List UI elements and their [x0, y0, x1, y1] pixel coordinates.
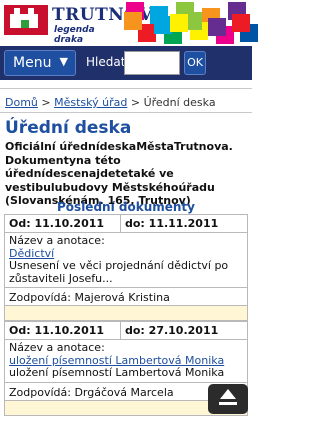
document-from-date: Od: 11.10.2011 — [9, 217, 105, 230]
scroll-to-top-button[interactable] — [208, 384, 248, 414]
document-dates: Od: 11.10.2011 do: 27.10.2011 — [5, 322, 247, 340]
document-to-date: do: 11.11.2011 — [125, 217, 219, 230]
document-to-date: do: 27.10.2011 — [125, 324, 219, 337]
breadcrumb-office-link[interactable]: Městský úřad — [54, 96, 127, 109]
menu-button-label: Menu — [13, 55, 52, 71]
search-ok-button[interactable]: OK — [184, 51, 206, 75]
document-responsible: Zodpovídá: Majerová Kristina — [5, 288, 247, 306]
color-tile — [170, 14, 188, 32]
document-annotation-text: Usnesení ve věci projednání dědictví po … — [9, 259, 229, 285]
breadcrumb-home-link[interactable]: Domů — [5, 96, 38, 109]
menu-button[interactable]: Menu ▼ — [4, 50, 76, 76]
color-tiles-decoration — [124, 0, 258, 46]
page-intro: Oficiální úřednídeskaMěstaTrutnova. Doku… — [5, 140, 233, 207]
divider — [0, 88, 252, 89]
castle-emblem-icon — [4, 5, 48, 35]
color-tile — [232, 14, 250, 32]
divider — [0, 112, 252, 113]
search-label: Hledat — [86, 55, 126, 69]
arrow-up-icon — [220, 389, 236, 399]
site-header: TRUTNOV legenda draka — [0, 0, 258, 46]
nav-bar: Menu ▼ Hledat OK — [0, 46, 252, 80]
trutnov-logo[interactable]: TRUTNOV legenda draka — [4, 5, 153, 45]
chevron-down-icon: ▼ — [59, 55, 68, 68]
color-tile — [124, 12, 142, 30]
document-annotation: Název a anotace: uložení písemností Lamb… — [5, 340, 247, 383]
document-card: Od: 11.10.2011 do: 11.11.2011 Název a an… — [4, 214, 248, 321]
search-input[interactable] — [124, 51, 180, 75]
document-footer-band — [5, 306, 247, 320]
page-title: Úřední deska — [5, 118, 132, 138]
logo-tagline: legenda draka — [54, 25, 95, 45]
document-annotation: Název a anotace: Dědictví Usnesení ve vě… — [5, 233, 247, 288]
breadcrumb-separator: > — [130, 96, 141, 109]
document-from-date: Od: 11.10.2011 — [9, 324, 105, 337]
document-link[interactable]: uložení písemností Lambertová Monika — [9, 354, 224, 367]
document-annotation-text: uložení písemností Lambertová Monika — [9, 366, 225, 379]
document-dates: Od: 11.10.2011 do: 11.11.2011 — [5, 215, 247, 233]
document-link[interactable]: Dědictví — [9, 247, 54, 260]
breadcrumb-current: Úřední deska — [143, 96, 216, 109]
breadcrumb: Domů > Městský úřad > Úřední deska — [5, 96, 216, 109]
recent-docs-heading: Poslední dokumenty — [57, 200, 195, 214]
breadcrumb-separator: > — [41, 96, 51, 109]
color-tile — [208, 18, 226, 36]
